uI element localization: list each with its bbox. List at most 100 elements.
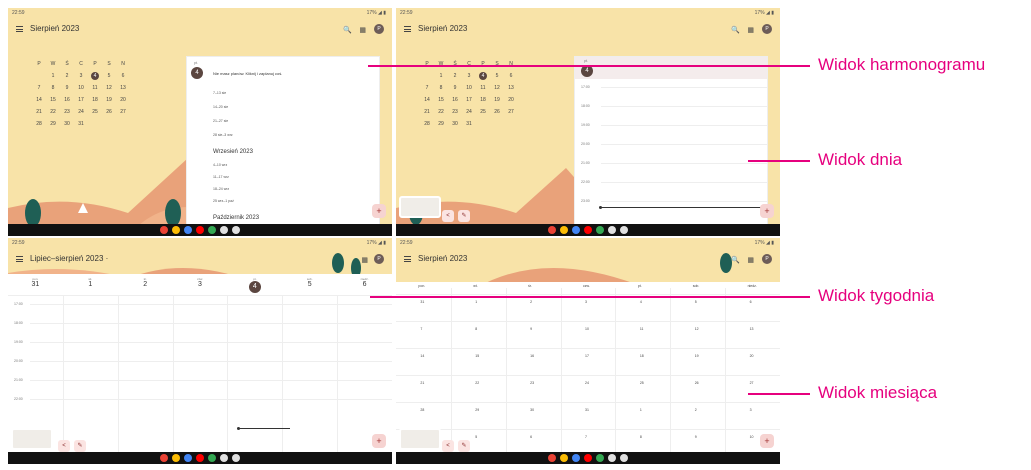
mini-calendar-day[interactable]: 24 bbox=[462, 109, 476, 115]
mini-calendar-day[interactable]: 3 bbox=[74, 73, 88, 79]
mini-calendar-day[interactable]: 7 bbox=[32, 85, 46, 91]
add-button[interactable]: + bbox=[760, 204, 774, 218]
mini-calendar-day[interactable]: 31 bbox=[74, 121, 88, 127]
mini-calendar-day[interactable]: 17 bbox=[462, 97, 476, 103]
chrome-icon[interactable] bbox=[596, 226, 604, 234]
avatar[interactable]: P bbox=[374, 254, 384, 264]
edit-button[interactable]: ✎ bbox=[74, 440, 86, 452]
apps-icon[interactable] bbox=[620, 454, 628, 462]
youtube-icon[interactable] bbox=[584, 454, 592, 462]
month-day-cell[interactable]: 1 bbox=[640, 408, 642, 412]
share-button[interactable]: < bbox=[442, 440, 454, 452]
mini-calendar-day[interactable]: 23 bbox=[60, 109, 74, 115]
camera-icon[interactable] bbox=[220, 454, 228, 462]
mini-calendar-day[interactable]: 22 bbox=[434, 109, 448, 115]
mini-calendar-day[interactable]: 24 bbox=[74, 109, 88, 115]
mini-calendar-day[interactable]: 6 bbox=[116, 73, 130, 79]
apps-icon[interactable] bbox=[232, 226, 240, 234]
week-range[interactable]: 21–27 sie bbox=[213, 119, 228, 123]
month-day-cell[interactable]: 31 bbox=[585, 408, 589, 412]
mini-calendar-day[interactable]: 5 bbox=[102, 73, 116, 79]
mini-calendar-day[interactable]: 8 bbox=[46, 85, 60, 91]
mini-calendar-day[interactable]: 31 bbox=[462, 121, 476, 127]
apps-icon[interactable] bbox=[232, 454, 240, 462]
month-day-cell[interactable]: 13 bbox=[750, 327, 754, 331]
month-day-cell[interactable]: 22 bbox=[475, 381, 479, 385]
month-day-cell[interactable]: 18 bbox=[640, 354, 644, 358]
photos-icon[interactable] bbox=[560, 226, 568, 234]
week-range[interactable]: 11–17 wrz bbox=[213, 175, 229, 179]
recent-app-thumbnail[interactable] bbox=[11, 428, 53, 450]
month-day-cell[interactable]: 29 bbox=[475, 408, 479, 412]
day-number[interactable]: 31 bbox=[32, 281, 40, 288]
mini-calendar-day[interactable]: 19 bbox=[490, 97, 504, 103]
month-day-cell[interactable]: 27 bbox=[750, 381, 754, 385]
mini-calendar-day[interactable]: 27 bbox=[504, 109, 518, 115]
mini-calendar-day[interactable]: 16 bbox=[60, 97, 74, 103]
share-button[interactable]: < bbox=[58, 440, 70, 452]
page-title[interactable]: Sierpień 2023 bbox=[418, 24, 467, 33]
mini-calendar-day[interactable]: 29 bbox=[434, 121, 448, 127]
month-day-cell[interactable]: 16 bbox=[530, 354, 534, 358]
month-day-cell[interactable]: 1 bbox=[475, 300, 477, 304]
mini-calendar-day[interactable]: 16 bbox=[448, 97, 462, 103]
avatar[interactable]: P bbox=[762, 24, 772, 34]
mini-calendar-day[interactable]: 27 bbox=[116, 109, 130, 115]
calendar-icon[interactable]: ▦ bbox=[359, 26, 366, 34]
recent-app-thumbnail[interactable] bbox=[399, 196, 441, 218]
photos-icon[interactable] bbox=[172, 226, 180, 234]
month-day-cell[interactable]: 7 bbox=[420, 327, 422, 331]
gmail-icon[interactable] bbox=[548, 226, 556, 234]
chrome-icon[interactable] bbox=[208, 226, 216, 234]
search-icon[interactable]: 🔍 bbox=[731, 26, 740, 34]
menu-icon[interactable] bbox=[404, 26, 411, 32]
month-day-cell[interactable]: 9 bbox=[695, 435, 697, 439]
chrome-icon[interactable] bbox=[596, 454, 604, 462]
today-badge[interactable]: 4 bbox=[248, 281, 261, 293]
share-button[interactable]: < bbox=[442, 210, 454, 222]
month-day-cell[interactable]: 14 bbox=[420, 354, 424, 358]
month-day-cell[interactable]: 24 bbox=[585, 381, 589, 385]
day-number[interactable]: 1 bbox=[88, 281, 92, 288]
empty-day-text[interactable]: Nie masz planów. Kliknij i zaplanuj coś. bbox=[213, 71, 282, 76]
mini-calendar-day[interactable]: 10 bbox=[74, 85, 88, 91]
avatar[interactable]: P bbox=[762, 254, 772, 264]
week-range[interactable]: 7–13 sie bbox=[213, 91, 226, 95]
month-day-cell[interactable]: 9 bbox=[530, 327, 532, 331]
day-number[interactable]: 5 bbox=[308, 281, 312, 288]
day-number[interactable]: 6 bbox=[363, 281, 367, 288]
mini-calendar-day[interactable]: 8 bbox=[434, 85, 448, 91]
month-day-cell[interactable]: 6 bbox=[750, 300, 752, 304]
week-day-header[interactable]: wt. 1 bbox=[63, 274, 118, 295]
month-day-cell[interactable]: 26 bbox=[695, 381, 699, 385]
mini-calendar-today[interactable]: 4 bbox=[91, 72, 99, 80]
week-day-header[interactable]: pon. 31 bbox=[8, 274, 63, 295]
camera-icon[interactable] bbox=[608, 226, 616, 234]
recent-app-thumbnail[interactable] bbox=[399, 428, 441, 450]
month-day-cell[interactable]: 15 bbox=[475, 354, 479, 358]
menu-icon[interactable] bbox=[16, 26, 23, 32]
mini-calendar-day[interactable]: 11 bbox=[88, 85, 102, 91]
menu-icon[interactable] bbox=[404, 256, 411, 262]
month-day-cell[interactable]: 30 bbox=[530, 408, 534, 412]
edit-button[interactable]: ✎ bbox=[458, 440, 470, 452]
today-badge[interactable]: 4 bbox=[191, 67, 203, 79]
mini-calendar-day[interactable]: 28 bbox=[32, 121, 46, 127]
calendar-icon[interactable]: ▦ bbox=[361, 256, 368, 264]
apps-icon[interactable] bbox=[620, 226, 628, 234]
month-day-cell[interactable]: 7 bbox=[585, 435, 587, 439]
mini-calendar-day[interactable]: 19 bbox=[102, 97, 116, 103]
chrome-icon[interactable] bbox=[208, 454, 216, 462]
search-icon[interactable]: 🔍 bbox=[343, 26, 352, 34]
camera-icon[interactable] bbox=[608, 454, 616, 462]
month-day-cell[interactable]: 8 bbox=[640, 435, 642, 439]
youtube-icon[interactable] bbox=[196, 226, 204, 234]
camera-icon[interactable] bbox=[220, 226, 228, 234]
mini-calendar-day[interactable]: 25 bbox=[476, 109, 490, 115]
mini-calendar-day[interactable]: 2 bbox=[448, 73, 462, 79]
calendar-icon[interactable]: ▦ bbox=[747, 26, 754, 34]
mini-calendar-day[interactable]: 26 bbox=[102, 109, 116, 115]
week-range[interactable]: 25 wrz–1 paź bbox=[213, 199, 234, 203]
mini-calendar-day[interactable]: 13 bbox=[504, 85, 518, 91]
week-range[interactable]: 28 sie–3 wrz bbox=[213, 133, 233, 137]
